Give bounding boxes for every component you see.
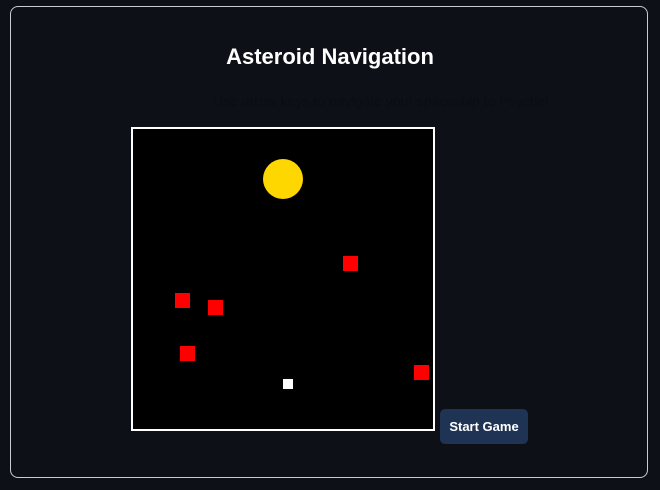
psyche-target	[263, 159, 303, 199]
spaceship	[283, 379, 293, 389]
asteroid	[414, 365, 429, 380]
asteroid	[180, 346, 195, 361]
start-game-button[interactable]: Start Game	[440, 409, 528, 444]
asteroid	[175, 293, 190, 308]
game-canvas[interactable]	[131, 127, 435, 431]
instructions-text: Use arrow keys to navigate your spaceshi…	[213, 93, 550, 109]
page-title: Asteroid Navigation	[226, 44, 434, 69]
asteroid	[208, 300, 223, 315]
asteroid	[343, 256, 358, 271]
